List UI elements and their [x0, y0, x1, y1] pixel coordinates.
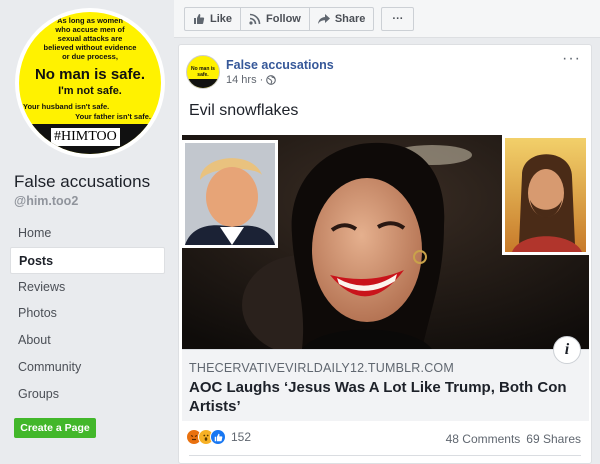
like-icon	[210, 429, 226, 445]
page-action-bar: Like Follow Share ···	[174, 0, 600, 38]
reaction-count: 152	[231, 430, 252, 444]
profile-line: who accuse men of	[55, 25, 125, 34]
link-preview[interactable]: i THECERVATIVEVIRLDAILY12.TUMBLR.COM AOC…	[182, 336, 589, 421]
post-author-avatar[interactable]: No man is safe.	[186, 55, 220, 89]
profile-headline: No man is safe.	[34, 66, 146, 83]
post-author-name[interactable]: False accusations	[226, 58, 334, 72]
profile-image: As long as women who accuse men of sexua…	[19, 12, 161, 154]
page-title[interactable]: False accusations	[14, 172, 150, 192]
rss-icon	[249, 13, 261, 25]
follow-label: Follow	[266, 13, 301, 25]
profile-line: believed without evidence	[43, 43, 137, 52]
nav-item-about[interactable]: About	[10, 327, 165, 354]
nav-item-home[interactable]: Home	[10, 220, 165, 247]
nav-item-groups[interactable]: Groups	[10, 381, 165, 408]
avatar-black-band	[187, 79, 219, 88]
profile-image-text: As long as women who accuse men of sexua…	[19, 16, 161, 61]
post-meta: 14 hrs ·	[226, 74, 277, 86]
profile-father-line: Your father isn't safe.	[75, 112, 151, 121]
avatar-image-text: No man is safe.	[191, 66, 215, 78]
shares-count[interactable]: 69 Shares	[526, 432, 581, 446]
nav-item-community[interactable]: Community	[10, 354, 165, 381]
left-column: As long as women who accuse men of sexua…	[0, 0, 172, 464]
profile-picture[interactable]: As long as women who accuse men of sexua…	[15, 8, 165, 158]
post-link-image[interactable]	[182, 135, 589, 349]
nav-item-reviews[interactable]: Reviews	[10, 274, 165, 301]
post-options-menu[interactable]: ···	[562, 51, 581, 67]
profile-hashtag: #HIMTOO	[51, 128, 120, 146]
page-nav: Home Posts Reviews Photos About Communit…	[10, 220, 165, 408]
profile-subhead: I'm not safe.	[58, 85, 122, 97]
link-preview-photo	[182, 135, 589, 349]
page-actions: Like Follow Share ···	[184, 7, 415, 31]
like-page-button[interactable]: Like	[184, 7, 242, 31]
create-page-button[interactable]: Create a Page	[14, 418, 96, 438]
share-label: Share	[334, 13, 366, 25]
link-title[interactable]: AOC Laughs ‘Jesus Was A Lot Like Trump, …	[189, 378, 585, 416]
info-icon[interactable]: i	[553, 336, 581, 364]
post-card: No man is safe. False accusations 14 hrs…	[178, 44, 592, 464]
nav-item-posts[interactable]: Posts	[10, 246, 165, 274]
page-handle[interactable]: @him.too2	[14, 194, 78, 208]
share-page-button[interactable]: Share	[308, 7, 375, 31]
follow-page-button[interactable]: Follow	[240, 7, 310, 31]
profile-line: or due process,	[62, 52, 118, 61]
post-text: Evil snowflakes	[189, 102, 299, 119]
globe-icon	[266, 75, 277, 85]
post-timestamp[interactable]: 14 hrs ·	[226, 74, 263, 86]
post-divider	[189, 455, 581, 456]
more-options-button[interactable]: ···	[381, 7, 415, 31]
link-domain: THECERVATIVEVIRLDAILY12.TUMBLR.COM	[189, 361, 454, 375]
comments-count[interactable]: 48 Comments	[446, 432, 521, 446]
reaction-summary[interactable]: 152	[186, 429, 251, 445]
post-stats: 48 Comments 69 Shares	[446, 432, 581, 446]
profile-line: sexual attacks are	[57, 34, 123, 43]
thumbs-up-icon	[194, 14, 205, 24]
profile-line: As long as women	[57, 16, 123, 25]
nav-item-photos[interactable]: Photos	[10, 300, 165, 327]
profile-husband-line: Your husband isn't safe.	[23, 102, 110, 111]
left-inset-face	[206, 167, 258, 227]
like-label: Like	[210, 13, 233, 25]
share-arrow-icon	[317, 14, 330, 24]
face-shape	[312, 178, 422, 322]
